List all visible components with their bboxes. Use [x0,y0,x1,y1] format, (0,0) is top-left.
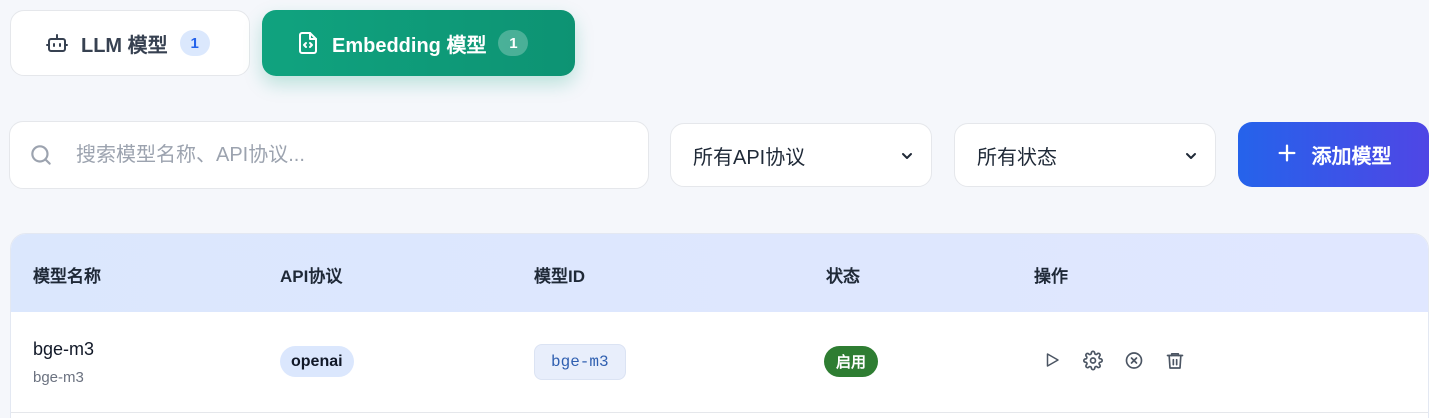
models-table: 模型名称 API协议 模型ID 状态 操作 bge-m3 bge-m3 open… [10,233,1429,418]
tab-llm-label: LLM 模型 [81,34,168,57]
play-icon[interactable] [1042,349,1062,371]
tab-llm[interactable]: LLM 模型 1 [10,10,250,76]
header-actions: 操作 [1034,267,1068,286]
close-circle-icon[interactable] [1124,349,1144,371]
search-icon [28,142,54,168]
header-status: 状态 [826,267,860,286]
search-input[interactable] [76,143,596,167]
table-row: bge-m3 bge-m3 openai bge-m3 启用 [11,312,1428,413]
table-header: 模型名称 API协议 模型ID 状态 操作 [11,234,1428,312]
search-box [9,121,649,189]
model-type-tabs: LLM 模型 1 Embedding 模型 1 [10,10,575,76]
status-badge: 启用 [824,346,879,377]
api-protocol-select[interactable]: 所有API协议 [670,123,932,187]
chevron-down-icon [1183,147,1199,163]
api-protocol-selected: 所有API协议 [693,146,806,169]
code-file-icon [296,31,320,55]
tab-llm-count-badge: 1 [179,30,210,56]
status-selected: 所有状态 [977,146,1057,169]
row-actions [1042,349,1185,371]
tab-embedding-count-badge: 1 [498,30,529,56]
trash-icon[interactable] [1165,349,1185,371]
add-model-label: 添加模型 [1311,146,1392,168]
model-name: bge-m3 [33,339,95,359]
gear-icon[interactable] [1083,349,1103,371]
plus-icon [1276,141,1298,169]
header-model-id: 模型ID [534,267,585,286]
chevron-down-icon [899,147,915,163]
tab-embedding-label: Embedding 模型 [332,34,487,57]
api-protocol-badge: openai [280,346,354,377]
model-id-code: bge-m3 [534,344,626,380]
status-select[interactable]: 所有状态 [954,123,1216,187]
header-api-protocol: API协议 [280,267,343,286]
robot-icon [45,31,69,55]
header-model-name: 模型名称 [33,267,101,286]
add-model-button[interactable]: 添加模型 [1238,122,1429,187]
tab-embedding[interactable]: Embedding 模型 1 [262,10,575,76]
model-subname: bge-m3 [33,369,84,386]
